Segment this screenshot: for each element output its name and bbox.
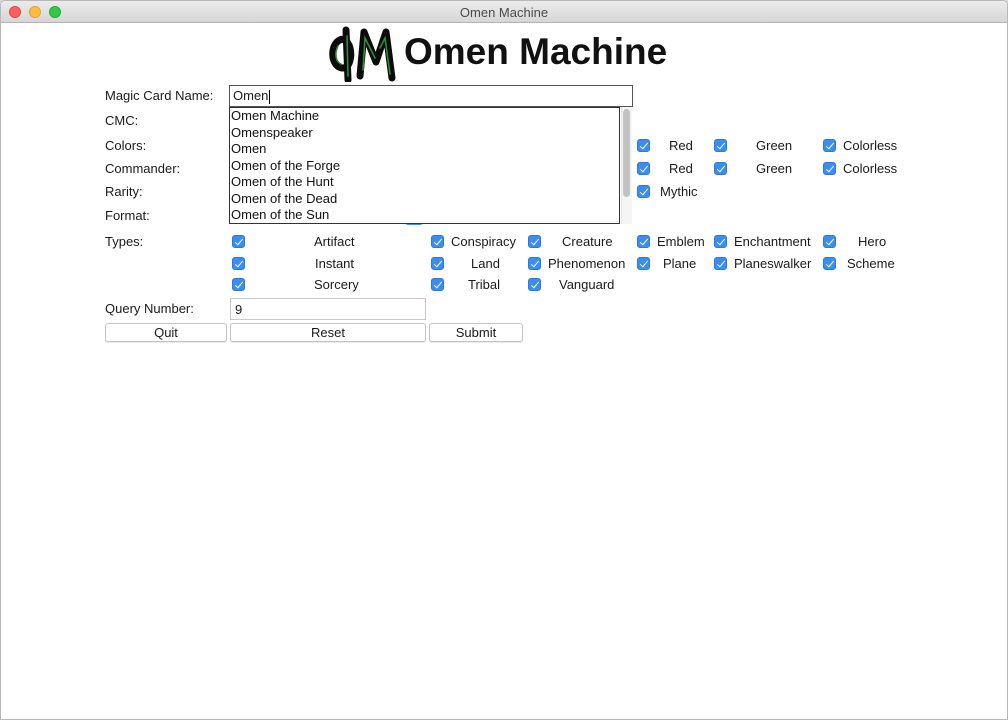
type-enchantment-checkbox[interactable] xyxy=(714,235,727,248)
commander-label: Commander: xyxy=(105,161,181,176)
commander-green-checkbox[interactable] xyxy=(714,162,727,175)
rarity-label: Rarity: xyxy=(105,184,143,199)
query-number-input[interactable]: 9 xyxy=(230,298,426,320)
rarity-mythic-label: Mythic xyxy=(660,184,698,199)
text-caret xyxy=(269,89,271,104)
type-planeswalker-label: Planeswalker xyxy=(734,256,812,271)
card-name-label: Magic Card Name: xyxy=(105,88,214,103)
colors-label: Colors: xyxy=(105,138,147,153)
app-window: Omen Machine Omen Machine Magic Card Nam… xyxy=(0,0,1008,720)
colors-green-label: Green xyxy=(756,138,793,153)
cmc-label: CMC: xyxy=(105,113,139,128)
type-enchantment-label: Enchantment xyxy=(734,234,811,249)
type-tribal-label: Tribal xyxy=(468,277,501,292)
type-artifact-label: Artifact xyxy=(314,234,355,249)
type-vanguard-label: Vanguard xyxy=(559,277,615,292)
type-scheme-label: Scheme xyxy=(847,256,895,271)
type-instant-checkbox[interactable] xyxy=(232,257,245,270)
type-conspiracy-checkbox[interactable] xyxy=(431,235,444,248)
colors-colorless-checkbox[interactable] xyxy=(823,139,836,152)
commander-red-checkbox[interactable] xyxy=(637,162,650,175)
type-land-label: Land xyxy=(471,256,500,271)
commander-green-label: Green xyxy=(756,161,793,176)
type-creature-checkbox[interactable] xyxy=(528,235,541,248)
app-heading: Omen Machine xyxy=(404,31,668,72)
type-sorcery-label: Sorcery xyxy=(314,277,359,292)
type-plane-checkbox[interactable] xyxy=(637,257,650,270)
commander-red-label: Red xyxy=(669,161,693,176)
commander-colorless-label: Colorless xyxy=(843,161,898,176)
quit-button[interactable]: Quit xyxy=(105,323,227,342)
type-vanguard-checkbox[interactable] xyxy=(528,278,541,291)
autocomplete-scrollbar-thumb[interactable] xyxy=(623,109,630,197)
type-creature-label: Creature xyxy=(562,234,613,249)
type-plane-label: Plane xyxy=(663,256,697,271)
submit-button[interactable]: Submit xyxy=(429,323,523,342)
colors-red-checkbox[interactable] xyxy=(637,139,650,152)
type-hero-checkbox[interactable] xyxy=(823,235,836,248)
autocomplete-item[interactable]: Omen of the Forge xyxy=(230,158,619,175)
commander-colorless-checkbox[interactable] xyxy=(823,162,836,175)
type-sorcery-checkbox[interactable] xyxy=(232,278,245,291)
type-instant-label: Instant xyxy=(315,256,355,271)
query-number-label: Query Number: xyxy=(105,301,194,316)
colors-colorless-label: Colorless xyxy=(843,138,898,153)
type-conspiracy-label: Conspiracy xyxy=(451,234,517,249)
type-hero-label: Hero xyxy=(858,234,887,249)
autocomplete-item[interactable]: Omen of the Dead xyxy=(230,191,619,208)
autocomplete-item[interactable]: Omen of the Hunt xyxy=(230,174,619,191)
card-name-value: Omen xyxy=(233,88,269,103)
type-phenomenon-checkbox[interactable] xyxy=(528,257,541,270)
window-title: Omen Machine xyxy=(459,5,549,20)
type-artifact-checkbox[interactable] xyxy=(232,235,245,248)
colors-red-label: Red xyxy=(669,138,693,153)
type-scheme-checkbox[interactable] xyxy=(823,257,836,270)
type-phenomenon-label: Phenomenon xyxy=(548,256,626,271)
rarity-mythic-checkbox[interactable] xyxy=(637,185,650,198)
type-tribal-checkbox[interactable] xyxy=(431,278,444,291)
autocomplete-item[interactable]: Omen Machine xyxy=(230,108,619,125)
types-label: Types: xyxy=(105,234,144,249)
type-emblem-label: Emblem xyxy=(657,234,705,249)
autocomplete-item[interactable]: Omen xyxy=(230,141,619,158)
colors-green-checkbox[interactable] xyxy=(714,139,727,152)
title-bar[interactable]: Omen Machine xyxy=(1,1,1007,23)
type-planeswalker-checkbox[interactable] xyxy=(714,257,727,270)
card-name-input[interactable]: Omen xyxy=(229,85,633,107)
autocomplete-dropdown[interactable]: Omen Machine Omenspeaker Omen Omen of th… xyxy=(229,107,620,224)
autocomplete-item[interactable]: Omenspeaker xyxy=(230,125,619,142)
type-land-checkbox[interactable] xyxy=(431,257,444,270)
reset-button[interactable]: Reset xyxy=(230,323,426,342)
autocomplete-item[interactable]: Omen of the Sun xyxy=(230,207,619,223)
type-emblem-checkbox[interactable] xyxy=(637,235,650,248)
omen-logo-icon xyxy=(329,26,396,82)
format-label: Format: xyxy=(105,208,150,223)
